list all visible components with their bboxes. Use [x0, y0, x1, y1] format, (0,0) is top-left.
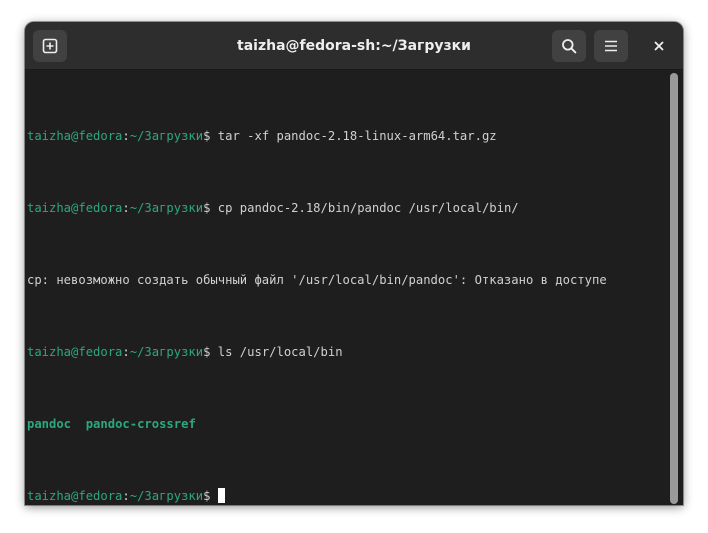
error-output: cp: невозможно создать обычный файл '/us…: [27, 273, 607, 287]
prompt-separator: :: [122, 345, 130, 359]
prompt-separator: :: [122, 489, 130, 503]
terminal-line: pandoc pandoc-crossref: [27, 415, 667, 433]
listing-item: pandoc: [27, 417, 72, 431]
terminal-line: cp: невозможно создать обычный файл '/us…: [27, 271, 667, 289]
command-text: cp pandoc-2.18/bin/pandoc /usr/local/bin…: [217, 201, 519, 215]
tab-new-icon: [42, 38, 58, 54]
terminal-window: taizha@fedora-sh:~/Загрузки taizha@fedor…: [25, 22, 683, 505]
prompt-user-host: taizha@fedora: [27, 201, 123, 215]
prompt-path: ~/Загрузки: [129, 489, 204, 503]
command-text: ls /usr/local/bin: [217, 345, 343, 359]
terminal-line: taizha@fedora:~/Загрузки$ cp pandoc-2.18…: [27, 199, 667, 217]
close-icon: [654, 41, 664, 51]
prompt-dollar: $: [203, 345, 218, 359]
prompt-dollar: $: [203, 489, 218, 503]
scrollbar[interactable]: [670, 73, 678, 504]
close-button[interactable]: [642, 30, 676, 62]
text-cursor: [217, 488, 225, 503]
terminal-line: taizha@fedora:~/Загрузки$ ls /usr/local/…: [27, 343, 667, 361]
prompt-path: ~/Загрузки: [129, 129, 204, 143]
new-tab-button[interactable]: [33, 30, 67, 62]
terminal-line: taizha@fedora:~/Загрузки$: [27, 487, 667, 503]
prompt-separator: :: [122, 129, 130, 143]
prompt-user-host: taizha@fedora: [27, 129, 123, 143]
prompt-path: ~/Загрузки: [129, 345, 204, 359]
menu-button[interactable]: [594, 30, 628, 62]
prompt-user-host: taizha@fedora: [27, 489, 123, 503]
command-text: tar -xf pandoc-2.18-linux-arm64.tar.gz: [217, 129, 497, 143]
prompt-path: ~/Загрузки: [129, 201, 204, 215]
prompt-separator: :: [122, 201, 130, 215]
search-button[interactable]: [552, 30, 586, 62]
terminal-line: taizha@fedora:~/Загрузки$ tar -xf pandoc…: [27, 127, 667, 145]
prompt-user-host: taizha@fedora: [27, 345, 123, 359]
hamburger-menu-icon: [605, 40, 617, 52]
headerbar: taizha@fedora-sh:~/Загрузки: [25, 22, 683, 70]
prompt-dollar: $: [203, 129, 218, 143]
window-title: taizha@fedora-sh:~/Загрузки: [237, 38, 471, 54]
terminal-output[interactable]: taizha@fedora:~/Загрузки$ tar -xf pandoc…: [27, 73, 667, 503]
prompt-dollar: $: [203, 201, 218, 215]
listing-item: pandoc-crossref: [85, 417, 196, 431]
search-icon: [562, 39, 577, 54]
